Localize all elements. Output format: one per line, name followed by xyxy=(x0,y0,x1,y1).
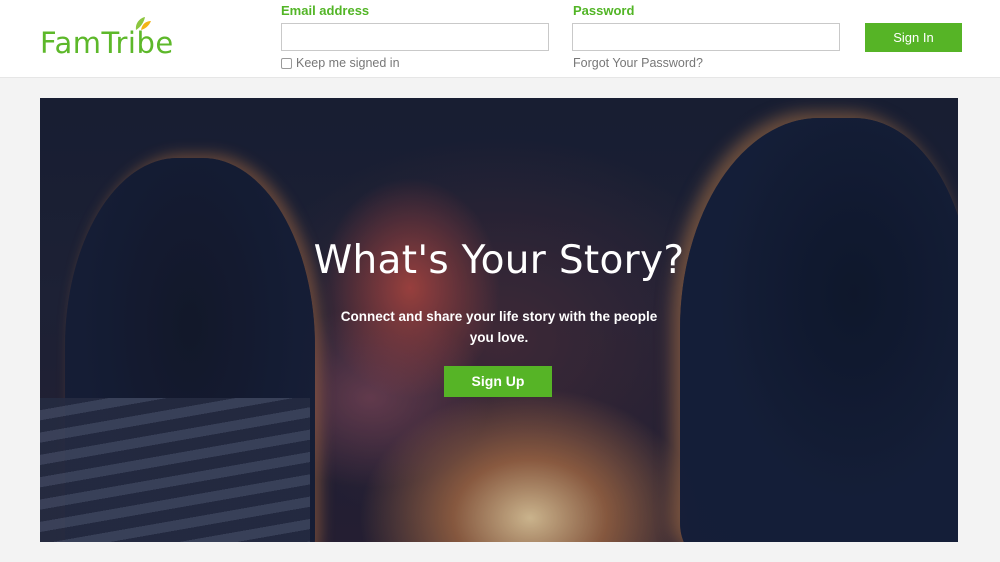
leaf-icon xyxy=(135,17,151,30)
email-field[interactable] xyxy=(281,23,549,51)
email-label: Email address xyxy=(281,3,370,18)
hero-banner: What's Your Story? Connect and share you… xyxy=(40,98,958,542)
sign-in-button[interactable]: Sign In xyxy=(865,23,962,52)
hero-subtitle: Connect and share your life story with t… xyxy=(340,309,658,345)
top-header: FamTribe Email address Keep me signed in… xyxy=(0,0,1000,78)
keep-signed-in-label[interactable]: Keep me signed in xyxy=(296,56,400,70)
logo-text: FamTribe xyxy=(40,26,174,60)
password-field[interactable] xyxy=(572,23,840,51)
hero-title: What's Your Story? xyxy=(313,238,685,283)
keep-signed-in-checkbox[interactable] xyxy=(281,58,292,69)
sign-up-button[interactable]: Sign Up xyxy=(444,366,552,397)
forgot-password-link[interactable]: Forgot Your Password? xyxy=(573,56,703,70)
password-label: Password xyxy=(573,3,635,18)
famtribe-logo[interactable]: FamTribe xyxy=(40,16,190,62)
